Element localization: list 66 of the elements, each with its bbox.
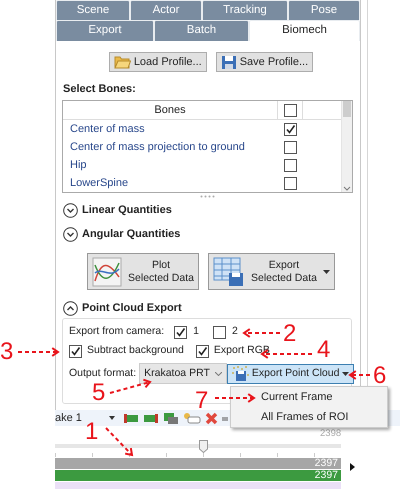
checkbox[interactable] bbox=[284, 176, 297, 190]
caret-icon[interactable] bbox=[109, 416, 115, 420]
section-header[interactable]: Linear Quantities bbox=[82, 202, 172, 218]
checkbox-label[interactable]: 2 bbox=[232, 324, 238, 340]
chevron-down-icon bbox=[214, 372, 222, 376]
stacked-rectangles-icon[interactable] bbox=[163, 412, 179, 424]
checkbox[interactable] bbox=[284, 140, 297, 154]
delete-icon[interactable] bbox=[205, 412, 218, 424]
track-bar: 2397 bbox=[55, 470, 341, 481]
checkbox[interactable] bbox=[69, 344, 82, 358]
callout-number: 4 bbox=[317, 338, 330, 362]
callout-number: 2 bbox=[283, 322, 296, 346]
checkbox-label[interactable]: Export RGB bbox=[214, 343, 270, 359]
checkbox[interactable] bbox=[196, 344, 209, 358]
field-label: Export from camera: bbox=[69, 324, 164, 340]
menu-item[interactable]: Current Frame bbox=[231, 387, 387, 407]
flag-start-icon[interactable] bbox=[123, 412, 139, 424]
tag-icon[interactable] bbox=[183, 412, 201, 424]
callout-number: 3 bbox=[0, 340, 14, 364]
menu-item[interactable]: All Frames of ROI bbox=[231, 407, 387, 427]
bone-name[interactable]: Hip bbox=[63, 156, 278, 174]
checkbox[interactable] bbox=[174, 326, 188, 338]
format-dropdown[interactable]: Krakatoa PRT bbox=[139, 363, 227, 384]
column-header: Bones bbox=[63, 101, 278, 119]
checkbox[interactable] bbox=[284, 158, 297, 172]
caret-icon bbox=[342, 372, 350, 376]
checkbox[interactable] bbox=[284, 104, 296, 116]
checkbox[interactable] bbox=[284, 122, 297, 136]
callout-number: 1 bbox=[85, 420, 98, 444]
section-header[interactable]: Point Cloud Export bbox=[82, 300, 182, 316]
section-title: Select Bones: bbox=[63, 82, 137, 96]
track-bar: 2397 bbox=[55, 458, 341, 469]
chevron-circle-icon[interactable] bbox=[63, 202, 78, 218]
bone-name[interactable]: LowerSpine bbox=[63, 174, 278, 192]
scrollbar[interactable] bbox=[341, 101, 352, 192]
folder-icon bbox=[114, 55, 131, 69]
caret-icon bbox=[322, 270, 330, 274]
callout-number: 6 bbox=[373, 364, 386, 388]
bone-name[interactable]: Center of mass projection to ground bbox=[63, 138, 278, 156]
checkbox-label[interactable]: 1 bbox=[193, 324, 199, 340]
resize-grip-icon[interactable] bbox=[200, 195, 216, 198]
export-point-cloud-button[interactable]: Export Point Cloud bbox=[226, 364, 354, 384]
scale-label: 2398 bbox=[320, 428, 342, 440]
scroll-thumb[interactable] bbox=[343, 101, 351, 117]
section-header[interactable]: Angular Quantities bbox=[82, 226, 180, 242]
slider-thumb[interactable] bbox=[199, 440, 208, 453]
chevron-circle-icon[interactable] bbox=[63, 226, 78, 242]
checkbox[interactable] bbox=[212, 326, 226, 338]
flag-end-icon[interactable] bbox=[143, 412, 159, 424]
callout-number: 7 bbox=[195, 389, 208, 413]
bone-name[interactable]: Center of mass bbox=[63, 120, 278, 138]
export-data-button[interactable]: Export Selected Data bbox=[208, 253, 335, 290]
take-name[interactable]: ake 1 bbox=[55, 410, 82, 426]
chevron-circle-icon[interactable] bbox=[63, 300, 78, 316]
spreadsheet-disk-icon bbox=[213, 256, 245, 286]
line-chart-icon bbox=[92, 256, 122, 286]
plot-data-button[interactable]: Plot Selected Data bbox=[87, 253, 199, 290]
callout-number: 5 bbox=[92, 381, 106, 405]
tab[interactable]: Biomech bbox=[249, 20, 360, 41]
play-arrow-icon[interactable] bbox=[350, 463, 355, 471]
checkbox-label[interactable]: Subtract background bbox=[87, 343, 184, 359]
point-cloud-disk-icon bbox=[232, 366, 249, 382]
field-label: Output format: bbox=[69, 366, 136, 381]
save-profile-button[interactable]: Save Profile... bbox=[216, 52, 314, 72]
scroll-down-icon[interactable] bbox=[343, 186, 351, 192]
load-profile-button[interactable]: Load Profile... bbox=[108, 52, 207, 72]
